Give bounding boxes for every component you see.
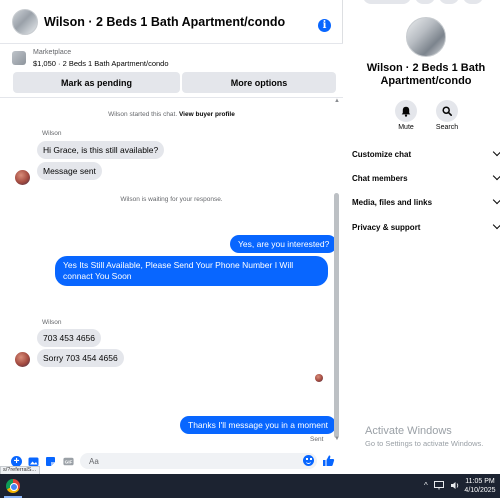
view-buyer-profile-link[interactable]: View buyer profile (179, 111, 235, 118)
more-options-button[interactable]: More options (182, 72, 336, 93)
menu-customize-chat[interactable]: Customize chat (352, 146, 500, 162)
network-icon[interactable] (433, 481, 444, 490)
message-input[interactable]: Aa (80, 453, 317, 469)
system-message-waiting: Wilson is waiting for your response. (120, 196, 223, 203)
marketplace-label: Marketplace (33, 49, 72, 56)
chat-header[interactable]: Wilson · 2 Beds 1 Bath Apartment/condo i (0, 0, 343, 44)
search-label: Search (435, 124, 459, 131)
toolbar-button[interactable] (463, 0, 483, 4)
activate-windows-title: Activate Windows (365, 425, 452, 437)
sticker-icon[interactable] (45, 456, 56, 467)
search-icon (442, 106, 452, 116)
system-message-started: Wilson started this chat. View buyer pro… (0, 111, 343, 118)
scroll-down-icon[interactable]: ▼ (334, 436, 340, 442)
chevron-down-icon (492, 220, 500, 230)
menu-label: Media, files and links (352, 197, 433, 207)
incoming-message: Hi Grace, is this still available? (37, 141, 165, 159)
sender-name: Wilson (42, 319, 62, 326)
mute-label: Mute (398, 124, 414, 131)
chat-title[interactable]: Wilson · 2 Beds 1 Bath Apartment/condo (44, 15, 285, 29)
incoming-message: Sorry 703 454 4656 (37, 349, 124, 367)
chevron-up-icon[interactable]: ^ (424, 481, 428, 490)
thumbs-up-icon[interactable] (322, 454, 335, 467)
outgoing-message: Yes Its Still Available, Please Send You… (55, 256, 328, 286)
emoji-icon[interactable] (303, 455, 314, 466)
sender-avatar[interactable] (15, 170, 30, 185)
toolbar-button[interactable] (415, 0, 435, 4)
sent-status: Sent (310, 436, 324, 443)
listing-avatar[interactable] (12, 8, 38, 35)
menu-label: Chat members (352, 173, 408, 183)
menu-chat-members[interactable]: Chat members (352, 170, 500, 186)
system-tray: ^ (424, 481, 460, 490)
panel-conversation-name: Wilson · 2 Beds 1 Bath Apartment/condo (366, 62, 486, 87)
clock-date: 4/10/2025 (464, 487, 496, 494)
activate-windows-subtitle: Go to Settings to activate Windows. (365, 439, 484, 448)
panel-avatar[interactable] (406, 17, 446, 57)
taskbar: ^ 11:05 PM 4/10/2025 (0, 474, 500, 498)
message-list: Wilson started this chat. View buyer pro… (0, 98, 343, 448)
volume-icon[interactable] (450, 481, 460, 490)
outgoing-message: Thanks I'll message you in a moment (180, 416, 337, 434)
clock-time: 11:05 PM (465, 478, 495, 485)
incoming-message: Message sent (37, 162, 102, 180)
chevron-down-icon (492, 147, 500, 157)
chrome-icon[interactable] (6, 479, 20, 493)
gif-icon[interactable]: GIF (63, 456, 74, 467)
listing-summary[interactable]: $1,050 · 2 Beds 1 Bath Apartment/condo (33, 59, 169, 68)
info-icon[interactable]: i (318, 19, 331, 32)
sender-avatar[interactable] (15, 352, 30, 367)
menu-privacy-support[interactable]: Privacy & support (352, 219, 500, 235)
outgoing-message: Yes, are you interested? (230, 235, 338, 253)
listing-thumbnail[interactable] (12, 51, 26, 65)
taskbar-clock[interactable]: 11:05 PM 4/10/2025 (463, 477, 497, 495)
sender-name: Wilson (42, 130, 62, 137)
screen: Wilson · 2 Beds 1 Bath Apartment/condo i… (0, 0, 500, 498)
scroll-thumb[interactable] (334, 193, 339, 438)
chat-column: Wilson · 2 Beds 1 Bath Apartment/condo i… (0, 0, 343, 475)
system-started-text: Wilson started this chat. (108, 111, 178, 118)
menu-label: Customize chat (352, 149, 412, 159)
toolbar-button[interactable] (363, 0, 411, 4)
menu-label: Privacy & support (352, 222, 421, 232)
toolbar-button[interactable] (439, 0, 459, 4)
search-button[interactable] (436, 100, 458, 122)
incoming-message: 703 453 4656 (37, 329, 101, 347)
top-toolbar (363, 0, 483, 4)
menu-media-files-links[interactable]: Media, files and links (352, 194, 500, 210)
chevron-down-icon (492, 171, 500, 181)
mute-button[interactable] (395, 100, 417, 122)
bell-icon (401, 106, 411, 117)
mark-as-pending-button[interactable]: Mark as pending (13, 72, 180, 93)
message-scrollbar[interactable]: ▲ ▼ (333, 98, 342, 448)
scroll-up-icon[interactable]: ▲ (334, 98, 340, 104)
seen-avatar (315, 374, 323, 382)
chevron-down-icon (492, 195, 500, 205)
svg-text:GIF: GIF (65, 460, 73, 465)
